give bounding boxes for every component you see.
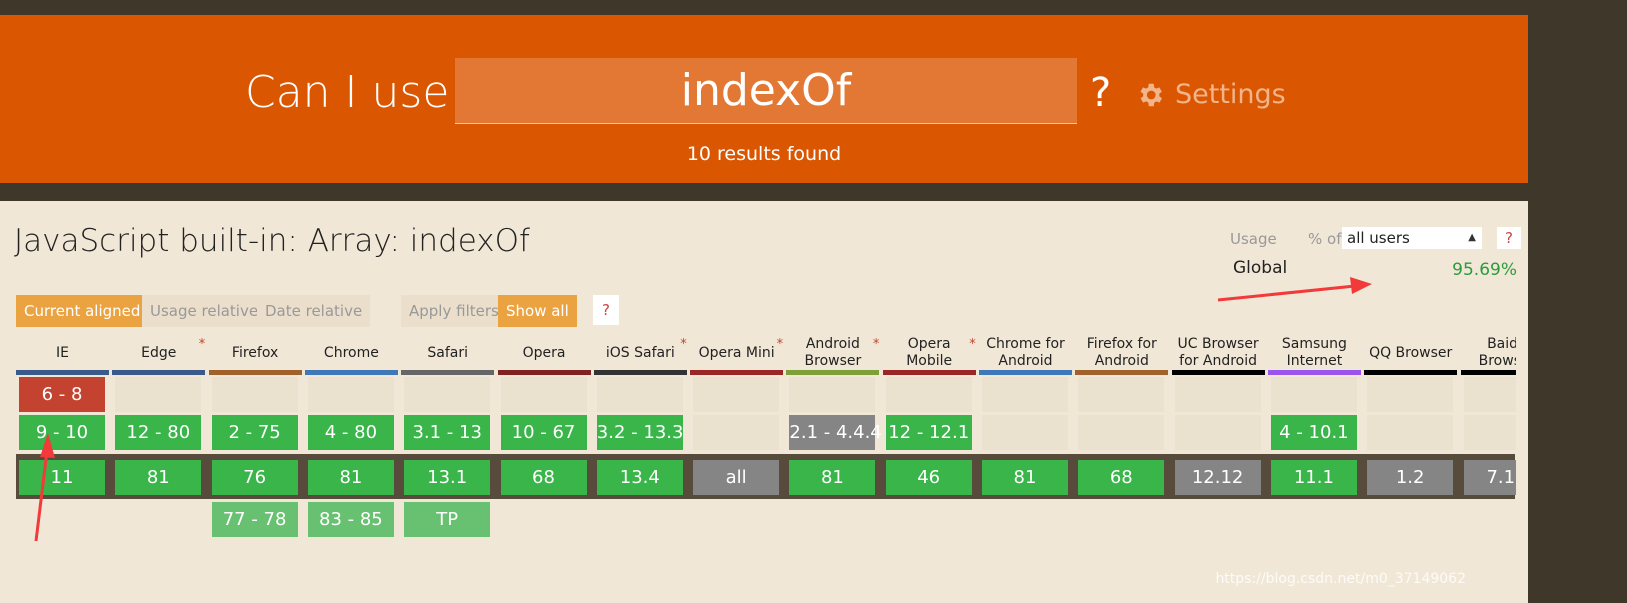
results-count: 10 results found (686, 143, 842, 165)
settings-label: Settings (1175, 79, 1286, 110)
site-brand[interactable]: Can I use (245, 67, 449, 118)
search-input[interactable] (455, 58, 1077, 124)
arrow-ie-head (40, 433, 55, 458)
watermark: https://blog.csdn.net/m0_37149062 (1215, 571, 1466, 587)
help-link[interactable]: ? (1090, 70, 1111, 116)
arrow-global (1217, 284, 1356, 302)
site-header: Can I use ? Settings 10 results found (0, 15, 1528, 183)
feature-panel: JavaScript built-in: Array: indexOf Usag… (0, 201, 1528, 603)
arrow-ie (34, 450, 49, 542)
gear-icon (1140, 83, 1162, 106)
settings-button[interactable]: Settings (1135, 79, 1286, 110)
annotation-arrows (34, 277, 1372, 542)
arrow-global-head (1350, 277, 1372, 294)
